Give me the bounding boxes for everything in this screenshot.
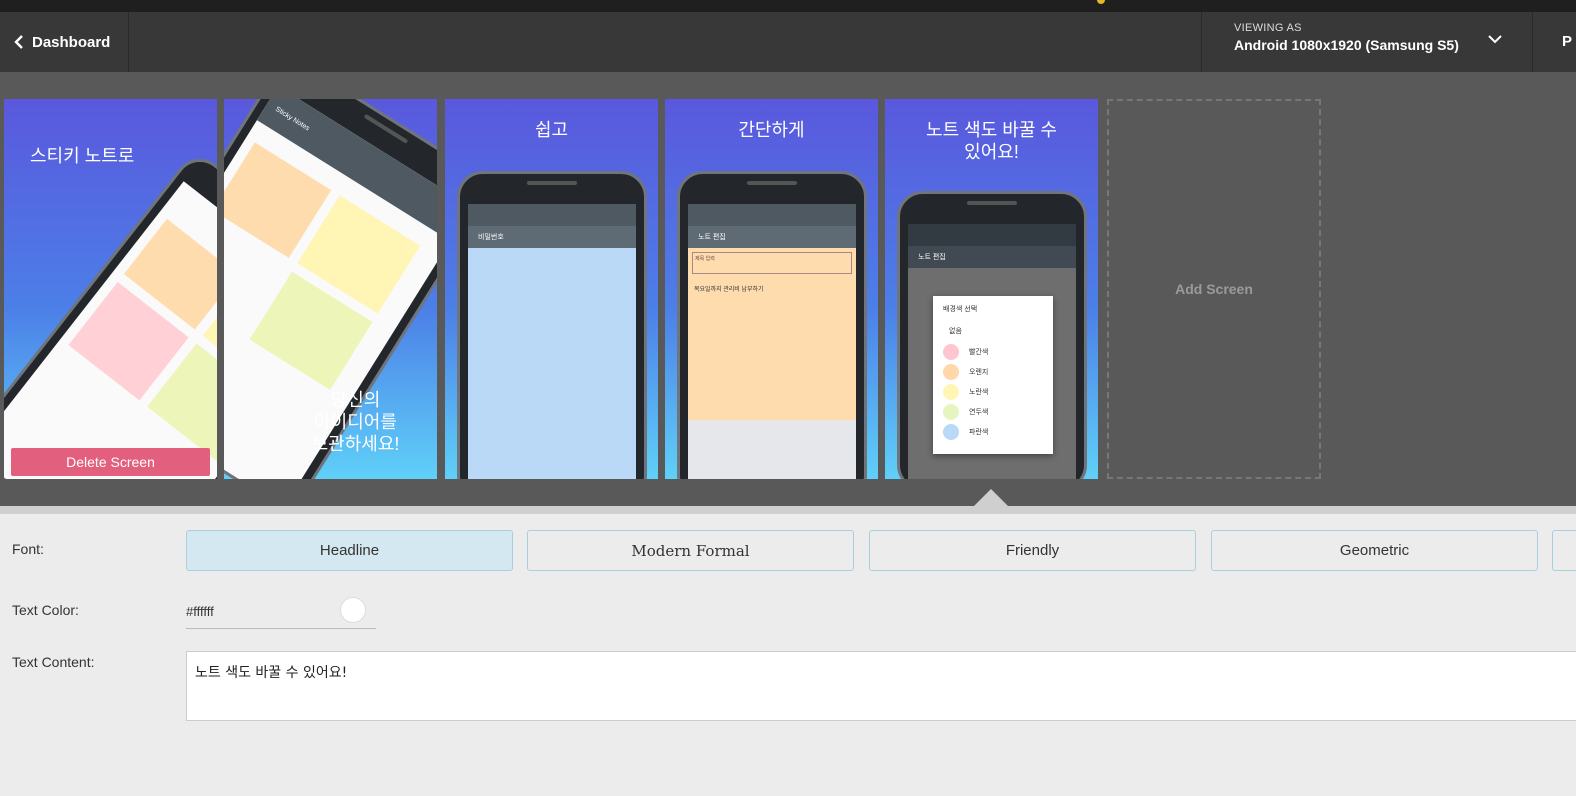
back-label: Dashboard — [32, 33, 111, 51]
dialog-option[interactable]: 오렌지 — [943, 364, 1043, 380]
phone-speaker — [363, 113, 409, 144]
chevron-down-icon — [1488, 35, 1502, 44]
device-selector[interactable]: VIEWING AS Android 1080x1920 (Samsung S5… — [1201, 12, 1533, 72]
text-color-label: Text Color: — [12, 602, 79, 618]
app-header: Dashboard VIEWING AS Android 1080x1920 (… — [0, 12, 1576, 72]
window-top-strip — [0, 0, 1576, 12]
title-field-label: 제목 입력 — [692, 252, 852, 274]
screen-4-phone: 노트 편집 제목 입력 목요일까지 관리비 납부하기 — [677, 171, 867, 479]
screen-3-caption: 쉽고 — [534, 120, 569, 140]
font-option-friendly[interactable]: Friendly — [869, 530, 1196, 571]
screen-4-caption: 간단하게 — [738, 120, 805, 140]
screen-5-phone: 노트 편집 배경색 선택 없음 빨간색 오렌지 노란색 연두색 파란색 — [897, 191, 1087, 479]
back-to-dashboard-button[interactable]: Dashboard — [0, 12, 129, 72]
selected-screen-pointer — [973, 489, 1009, 507]
dialog-title: 배경색 선택 — [943, 306, 978, 313]
phone-speaker — [967, 201, 1017, 205]
dialog-option[interactable]: 파란색 — [943, 424, 1043, 440]
screen-1-phone — [4, 148, 217, 479]
header-cut-label[interactable]: P — [1562, 33, 1572, 50]
phone-status-bar — [468, 204, 636, 226]
text-content-input[interactable]: 노트 색도 바꿀 수 있어요! — [186, 651, 1576, 721]
screen-3-phone: 비밀번호 — [457, 171, 647, 479]
panel-divider — [0, 506, 1576, 514]
text-content-label: Text Content: — [12, 654, 95, 670]
phone-speaker — [527, 181, 577, 185]
screen-1[interactable]: 스티키 노트로 Delete Screen — [4, 99, 217, 479]
dialog-option[interactable]: 빨간색 — [943, 344, 1043, 360]
phone-status-bar — [908, 224, 1076, 246]
delete-screen-button[interactable]: Delete Screen — [11, 448, 210, 476]
phone-status-bar — [688, 204, 856, 226]
font-option-more[interactable] — [1552, 530, 1576, 571]
text-color-swatch[interactable] — [340, 597, 366, 623]
app-title: 노트 편집 — [688, 226, 856, 248]
app-title: 비밀번호 — [468, 226, 636, 248]
keyboard — [688, 420, 856, 479]
screen-3[interactable]: 쉽고 비밀번호 — [445, 99, 658, 479]
font-option-modern-formal[interactable]: Modern Formal — [527, 530, 854, 571]
screens-stage: 스티키 노트로 Delete Screen Sticky Notes 당신의 아… — [0, 72, 1576, 507]
dialog-option[interactable]: 없음 — [949, 326, 1043, 336]
notification-dot — [1097, 0, 1105, 4]
screen-5-caption: 노트 색도 바꿀 수 있어요! — [926, 120, 1057, 162]
chevron-left-icon — [14, 35, 23, 49]
dialog-option[interactable]: 노란색 — [943, 384, 1043, 400]
screen-5[interactable]: 노트 색도 바꿀 수 있어요! 노트 편집 배경색 선택 없음 빨간색 오렌지 … — [885, 99, 1098, 479]
dialog-option[interactable]: 연두색 — [943, 404, 1043, 420]
viewing-as-label: VIEWING AS — [1234, 22, 1302, 34]
screen-2[interactable]: Sticky Notes 당신의 아이디어를 보관하세요! — [224, 99, 437, 479]
font-option-headline[interactable]: Headline — [186, 530, 513, 571]
color-dialog: 배경색 선택 없음 빨간색 오렌지 노란색 연두색 파란색 — [933, 296, 1053, 454]
add-screen-button[interactable]: Add Screen — [1107, 99, 1321, 479]
note-body: 목요일까지 관리비 납부하기 — [694, 287, 764, 293]
screen-2-caption: 당신의 아이디어를 보관하세요! — [311, 390, 400, 454]
font-label: Font: — [12, 541, 44, 557]
app-title: 노트 편집 — [908, 246, 1076, 268]
phone-speaker — [747, 181, 797, 185]
font-option-geometric[interactable]: Geometric — [1211, 530, 1538, 571]
screen-4[interactable]: 간단하게 노트 편집 제목 입력 목요일까지 관리비 납부하기 — [665, 99, 878, 479]
